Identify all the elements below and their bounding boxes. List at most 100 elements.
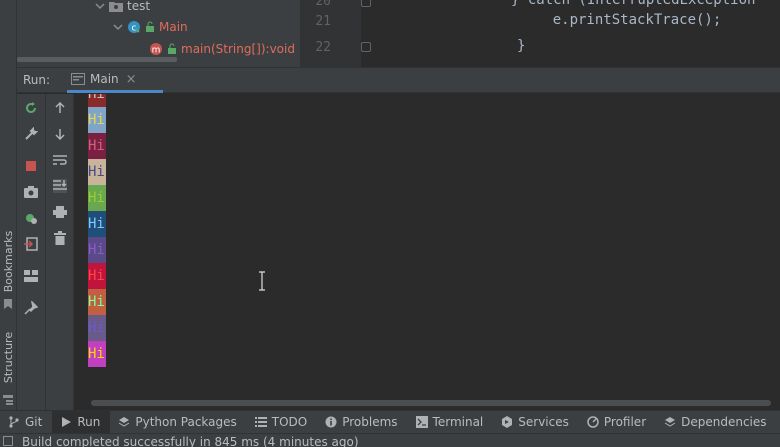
structure-icon xyxy=(3,395,13,405)
scroll-to-end-icon xyxy=(53,179,67,193)
editor-gutter xyxy=(301,0,361,67)
tool-tab-label: Services xyxy=(518,415,569,429)
tree-item-label: main(String[]):void xyxy=(181,42,295,56)
dump-threads-button[interactable] xyxy=(23,184,39,200)
tree-item-main-method[interactable]: m main(String[]):void xyxy=(149,39,295,59)
console-line: Hi xyxy=(88,107,106,133)
run-panel-title: Run: xyxy=(23,73,51,87)
rerun-button[interactable] xyxy=(23,100,39,116)
run-tab-main[interactable]: Main × xyxy=(67,68,163,93)
line-number: 21 xyxy=(315,14,331,29)
tool-tab-todo[interactable]: TODO xyxy=(247,411,317,434)
tool-tab-label: TODO xyxy=(271,415,308,429)
arrow-up-icon xyxy=(55,102,65,113)
console-line: Hi xyxy=(88,315,106,341)
console-horizontal-scrollbar[interactable] xyxy=(91,400,771,406)
layout-icon xyxy=(24,270,38,282)
run-tab-label: Main xyxy=(90,72,119,86)
console-output[interactable]: Hi Hi Hi Hi Hi Hi Hi Hi Hi Hi Hi xyxy=(75,94,780,410)
tool-tab-python-packages[interactable]: Python Packages xyxy=(110,411,246,434)
console-line: Hi xyxy=(88,185,106,211)
code-editor[interactable]: 20 21 22 } catch (InterruptedException e… xyxy=(300,0,780,67)
exit-button[interactable] xyxy=(23,236,39,252)
method-icon: m xyxy=(150,43,162,56)
tree-item-label: Main xyxy=(159,20,188,34)
layout-button[interactable] xyxy=(23,268,39,284)
list-icon xyxy=(254,417,267,427)
scroll-up-button[interactable] xyxy=(52,100,68,116)
left-tool-strip: Bookmarks Structure xyxy=(0,0,17,410)
debug-gear-button[interactable] xyxy=(23,210,39,226)
stop-button[interactable] xyxy=(23,158,39,174)
exit-icon xyxy=(24,237,38,251)
chevron-down-icon xyxy=(113,24,123,31)
tool-tab-label: Dependencies xyxy=(681,415,767,429)
tool-tab-profiler[interactable]: Profiler xyxy=(579,411,656,434)
code-line: } xyxy=(517,38,526,54)
soft-wrap-icon xyxy=(53,155,67,165)
tool-tab-label: Run xyxy=(77,415,101,429)
rerun-icon xyxy=(26,102,36,113)
close-icon[interactable]: × xyxy=(126,72,137,87)
camera-icon xyxy=(24,186,38,198)
console-line: Hi xyxy=(88,133,106,159)
pin-tab-button[interactable] xyxy=(23,300,39,316)
git-branch-icon xyxy=(9,416,19,428)
bug-gear-icon xyxy=(26,214,37,224)
arrow-down-icon xyxy=(55,129,65,140)
tool-tab-git[interactable]: Git xyxy=(0,411,52,434)
bookmarks-label: Bookmarks xyxy=(2,230,15,292)
tree-item-main[interactable]: c Main xyxy=(113,17,188,37)
tool-tab-run[interactable]: Run xyxy=(52,410,111,434)
console-line: Hi xyxy=(88,263,106,289)
status-window-icon[interactable] xyxy=(3,436,13,446)
printer-icon xyxy=(53,206,67,218)
tool-tab-dependencies[interactable]: Dependencies xyxy=(656,411,776,434)
status-message: Build completed successfully in 845 ms (… xyxy=(22,435,359,447)
tool-tab-label: Python Packages xyxy=(135,415,237,429)
tree-item-label: test xyxy=(127,0,151,13)
soft-wrap-button[interactable] xyxy=(52,152,68,168)
tool-tab-label: Problems xyxy=(342,415,398,429)
tree-item-test[interactable]: test xyxy=(95,0,150,16)
fold-marker-icon[interactable] xyxy=(361,0,371,7)
structure-label: Structure xyxy=(2,331,16,383)
bookmarks-tab[interactable]: Bookmarks xyxy=(0,226,17,296)
scroll-to-end-button[interactable] xyxy=(52,178,68,194)
tree-horizontal-scrollbar[interactable] xyxy=(17,57,177,62)
status-bar: Build completed successfully in 845 ms (… xyxy=(0,433,780,447)
tool-tab-label: Git xyxy=(25,415,43,429)
console-line: Hi xyxy=(88,159,106,185)
tool-tab-terminal[interactable]: Terminal xyxy=(408,411,494,434)
lock-open-icon xyxy=(168,43,176,54)
chevron-down-icon xyxy=(95,3,105,10)
tool-tab-services[interactable]: Services xyxy=(493,411,579,434)
scroll-down-button[interactable] xyxy=(52,126,68,142)
more-tabs-button[interactable] xyxy=(777,411,780,434)
play-icon xyxy=(62,417,72,427)
svg-text:c: c xyxy=(132,24,137,34)
run-toolbar-primary xyxy=(17,94,46,410)
svg-text:m: m xyxy=(152,46,161,56)
layers-icon xyxy=(119,417,130,427)
bottom-tool-bar: Git Run Python Packages TODO Problems Te… xyxy=(0,410,780,434)
structure-tab[interactable]: Structure xyxy=(0,322,17,392)
clear-all-button[interactable] xyxy=(52,230,68,246)
console-line: Hi xyxy=(88,237,106,263)
fold-marker-icon[interactable] xyxy=(361,42,371,52)
console-line: Hi xyxy=(88,289,106,315)
code-line: } catch (InterruptedException xyxy=(511,0,756,8)
tool-tab-problems[interactable]: Problems xyxy=(317,411,407,434)
wrench-icon xyxy=(25,127,38,140)
edit-config-button[interactable] xyxy=(23,126,39,142)
layers-icon xyxy=(664,417,676,427)
tool-tab-label: Terminal xyxy=(432,415,484,429)
print-button[interactable] xyxy=(52,204,68,220)
profiler-icon xyxy=(587,416,599,428)
console-icon xyxy=(71,73,85,85)
services-icon xyxy=(502,416,513,428)
package-folder-icon xyxy=(109,2,123,12)
run-toolbar-secondary xyxy=(46,94,74,410)
pin-icon xyxy=(24,301,38,315)
text-cursor-icon xyxy=(259,271,265,291)
